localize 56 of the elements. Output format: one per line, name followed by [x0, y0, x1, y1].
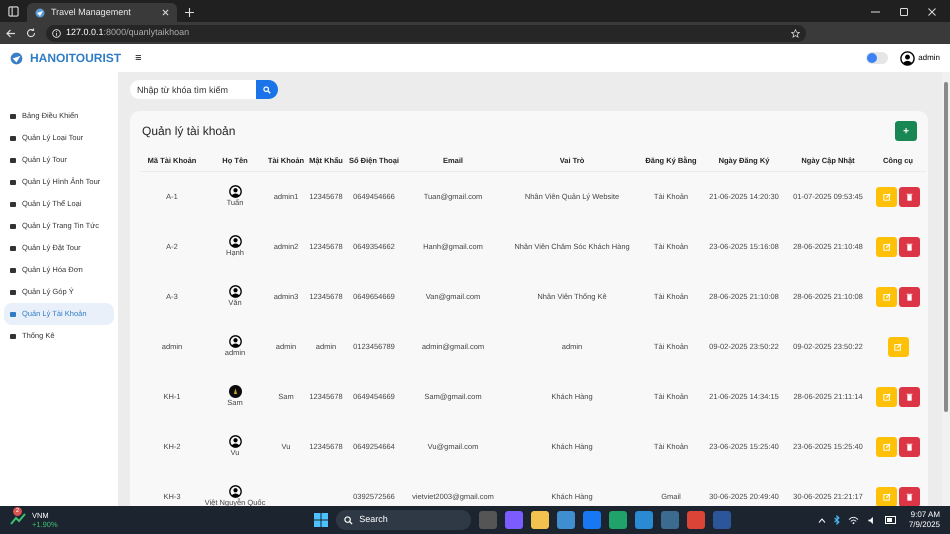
- brand-name[interactable]: HANOITOURIST: [30, 49, 122, 67]
- trash-icon: [906, 242, 913, 250]
- battery-icon[interactable]: [884, 516, 897, 524]
- card-title: Quản lý tài khoản: [142, 123, 236, 140]
- back-icon[interactable]: [6, 28, 16, 38]
- browser-tab[interactable]: Travel Management: [27, 3, 177, 22]
- url-text: 127.0.0.1:8000/quanlytaikhoan: [66, 26, 190, 40]
- trash-icon: [906, 492, 913, 500]
- edit-icon: [882, 392, 890, 400]
- search-icon: [263, 86, 271, 94]
- keyword-field[interactable]: Nhập từ khóa tìm kiếm: [130, 80, 256, 99]
- clock-time[interactable]: 9:07 AM: [910, 510, 940, 520]
- logo-icon: [10, 52, 23, 64]
- new-tab-icon[interactable]: [185, 8, 194, 17]
- trash-icon: [906, 442, 913, 450]
- tab-title: Travel Management: [51, 6, 132, 19]
- stock-chart-icon: [10, 512, 26, 526]
- edit-icon: [894, 342, 902, 350]
- logo-icon: [35, 8, 45, 18]
- user-icon[interactable]: [900, 50, 916, 66]
- edit-icon: [882, 492, 890, 500]
- taskbar-search-field[interactable]: Search: [336, 510, 472, 530]
- minimize-icon[interactable]: [871, 11, 880, 13]
- search-icon: [344, 516, 354, 524]
- edit-icon: [882, 292, 890, 300]
- info-icon: [52, 28, 61, 38]
- windows-icon[interactable]: [314, 513, 328, 527]
- delete-button[interactable]: [899, 236, 920, 256]
- maximize-icon[interactable]: [900, 8, 908, 16]
- edit-icon: [882, 192, 890, 201]
- wifi-icon[interactable]: [848, 516, 859, 524]
- theme-toggle[interactable]: [866, 52, 888, 64]
- scrollbar[interactable]: [942, 72, 950, 506]
- trash-icon: [906, 292, 913, 300]
- clock-date[interactable]: 7/9/2025: [908, 520, 940, 530]
- delete-button[interactable]: [899, 486, 920, 506]
- chevron-up-icon[interactable]: [818, 518, 826, 522]
- star-icon[interactable]: [791, 28, 800, 38]
- user-name[interactable]: admin: [918, 52, 940, 64]
- edit-icon: [882, 442, 890, 450]
- bluetooth-icon[interactable]: [834, 515, 840, 525]
- add-button[interactable]: +: [895, 121, 917, 141]
- delete-button[interactable]: [899, 286, 920, 306]
- delete-button[interactable]: [899, 186, 920, 207]
- search-button[interactable]: [256, 80, 278, 99]
- trash-icon: [906, 192, 913, 201]
- sidebar-toggle-icon[interactable]: [8, 6, 19, 17]
- close-icon[interactable]: [162, 9, 169, 16]
- trash-icon: [906, 392, 913, 400]
- menu-icon[interactable]: ≡: [135, 50, 142, 66]
- delete-button[interactable]: [899, 386, 920, 406]
- edit-icon: [882, 242, 890, 250]
- refresh-icon[interactable]: [26, 28, 36, 38]
- delete-button[interactable]: [899, 436, 920, 456]
- address-field[interactable]: 127.0.0.1:8000/quanlytaikhoan: [46, 24, 806, 42]
- close-icon[interactable]: [928, 8, 936, 16]
